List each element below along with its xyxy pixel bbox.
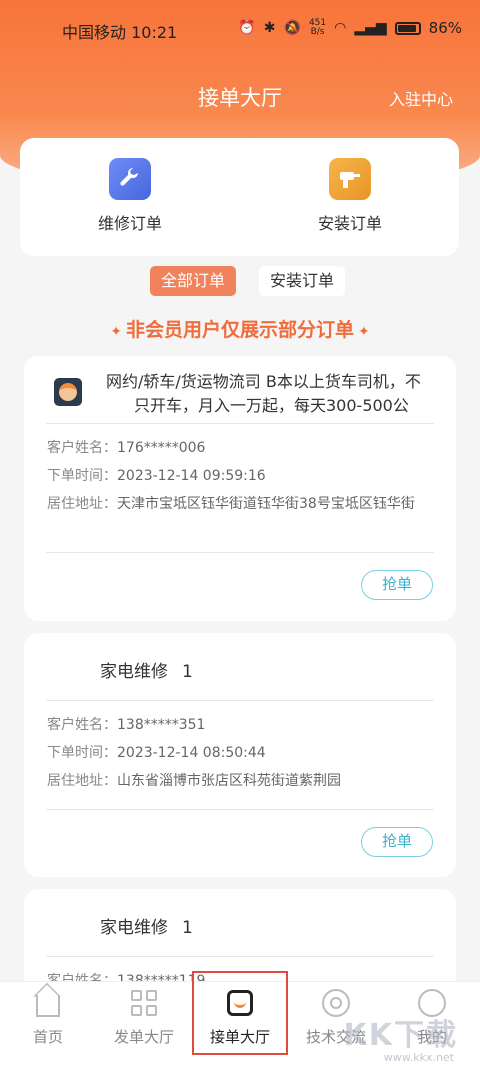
- grab-order-button[interactable]: 抢单: [361, 570, 433, 600]
- category-card: 维修订单 安装订单: [20, 138, 459, 256]
- order-header: 家电维修 1: [46, 633, 434, 701]
- order-time-row: 下单时间：2023-12-14 09:59:16: [47, 468, 266, 484]
- filter-all-orders[interactable]: 全部订单: [150, 266, 237, 296]
- sparkle-icon: ✦: [110, 324, 122, 340]
- tab-post-orders[interactable]: 发单大厅: [96, 988, 192, 1047]
- order-title: 网约/轿车/货运物流司 B本以上货车司机，不 只开车，月入一万起，每天300-5…: [106, 372, 421, 415]
- status-bar: 中国移动 10:21 ⏰ ✱ 🔕 451 B/s ◠ ▂▄▆ 86%: [0, 0, 480, 58]
- join-center-link[interactable]: 入驻中心: [389, 86, 453, 110]
- filter-install-orders[interactable]: 安装订单: [259, 266, 346, 296]
- address-row: 居住地址：山东省淄博市张店区科苑街道紫荆园: [47, 773, 341, 789]
- wifi-icon: ◠: [334, 20, 347, 36]
- order-time-row: 下单时间：2023-12-14 08:50:44: [47, 745, 266, 761]
- install-orders-button[interactable]: 安装订单: [280, 158, 420, 234]
- order-title: 家电维修 1: [100, 918, 193, 938]
- mute-icon: 🔕: [283, 20, 301, 36]
- tab-home[interactable]: 首页: [0, 988, 96, 1047]
- member-notice: ✦ 非会员用户仅展示部分订单 ✦: [110, 319, 370, 341]
- watermark-logo: KK下载: [343, 1018, 458, 1053]
- order-card: 家电维修 1 客户姓名：138*****351 下单时间：2023-12-14 0…: [24, 633, 456, 877]
- order-header: 网约/轿车/货运物流司 B本以上货车司机，不 只开车，月入一万起，每天300-5…: [46, 356, 434, 424]
- signal-icon: ▂▄▆: [354, 20, 387, 36]
- network-speed: 451 B/s: [308, 18, 327, 37]
- order-title: 家电维修 1: [100, 662, 193, 682]
- grid-icon: [129, 988, 159, 1018]
- install-orders-label: 安装订单: [317, 214, 382, 233]
- active-tab-highlight: [192, 971, 288, 1055]
- bluetooth-icon: ✱: [263, 20, 276, 36]
- divider: [46, 552, 434, 553]
- address-row: 居住地址：天津市宝坻区钰华街道钰华街38号宝坻区钰华街: [47, 496, 415, 512]
- customer-name-row: 客户姓名：176*****006: [47, 440, 206, 456]
- home-icon: [33, 988, 63, 1018]
- carrier-time: 中国移动 10:21: [62, 23, 178, 42]
- order-header: 家电维修 1: [46, 889, 434, 957]
- grab-order-button[interactable]: 抢单: [361, 827, 433, 857]
- battery-icon: [394, 21, 421, 35]
- divider: [46, 809, 434, 810]
- wrench-icon: [109, 158, 151, 200]
- customer-name-row: 客户姓名：138*****351: [47, 717, 206, 733]
- sparkle-icon: ✦: [358, 324, 370, 340]
- status-icons: ⏰ ✱ 🔕 451 B/s ◠ ▂▄▆ 86%: [238, 18, 462, 38]
- alarm-icon: ⏰: [238, 20, 256, 36]
- battery-percent: 86%: [428, 19, 462, 37]
- order-card: 网约/轿车/货运物流司 B本以上货车司机，不 只开车，月入一万起，每天300-5…: [24, 356, 456, 621]
- avatar: [54, 378, 82, 406]
- repair-orders-button[interactable]: 维修订单: [60, 158, 200, 234]
- watermark-url: www.kkx.net: [383, 1051, 454, 1064]
- drill-icon: [329, 158, 371, 200]
- repair-orders-label: 维修订单: [97, 214, 162, 233]
